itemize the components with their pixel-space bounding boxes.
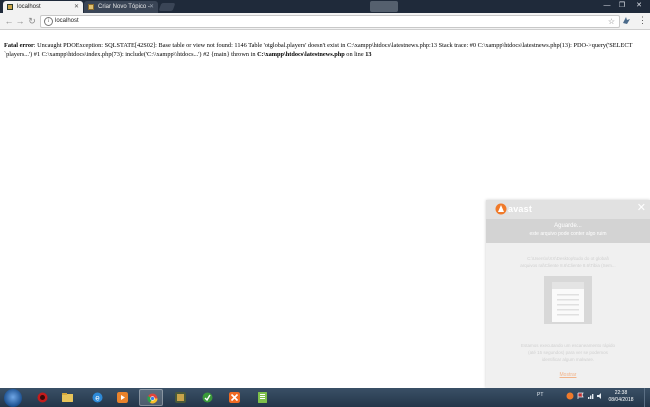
show-desktop-button[interactable] (644, 388, 650, 407)
url-text[interactable]: localhost (55, 16, 79, 27)
tab-criar-novo-topico[interactable]: Criar Novo Tópico - ✕ (84, 1, 158, 13)
browser-toolbar: ← → ↻ i localhost ☆ ⋮ (0, 13, 650, 30)
tab-close-icon[interactable]: ✕ (149, 1, 154, 13)
forum-favicon-icon (88, 4, 94, 10)
tab-localhost[interactable]: localhost ✕ (3, 1, 83, 13)
clock-time: 22:38 (614, 390, 628, 396)
back-arrow-icon[interactable]: ← (4, 16, 14, 26)
avast-tray-icon[interactable] (566, 392, 574, 400)
record-icon (37, 392, 48, 403)
address-bar[interactable]: i localhost ☆ (40, 15, 620, 28)
scan-text-line-2: (até 15 segundos) para ver se podemos (528, 350, 608, 355)
profile-avatar[interactable] (370, 1, 398, 12)
taskbar-app-green-tool[interactable] (195, 389, 219, 406)
media-player-icon (117, 392, 128, 403)
forward-arrow-icon[interactable]: → (15, 16, 25, 26)
network-icon[interactable] (587, 392, 595, 400)
internet-explorer-icon: e (92, 392, 103, 403)
tab-label: Criar Novo Tópico - (98, 4, 150, 10)
avast-notification-popup: avast ✕ Aguarde... este arquivo pode con… (486, 200, 650, 388)
clock-date: 08/04/2018 (608, 397, 634, 403)
action-center-flag-icon[interactable] (577, 392, 585, 400)
tibia-favicon-icon (7, 4, 13, 10)
start-button[interactable] (4, 389, 22, 407)
error-line-number: 13 (365, 51, 372, 58)
menu-kebab-icon[interactable]: ⋮ (638, 15, 647, 26)
svg-text:e: e (95, 394, 100, 403)
document-icon (544, 276, 592, 324)
bookmark-star-icon[interactable]: ☆ (608, 16, 615, 27)
taskbar-app-explorer[interactable] (55, 389, 79, 406)
scan-text-line-3: identificar algum malware. (541, 357, 595, 362)
error-label: Fatal error (4, 42, 34, 49)
taskbar-app-screen-recorder[interactable] (30, 389, 54, 406)
new-tab-button[interactable] (158, 3, 176, 11)
chrome-icon (147, 393, 158, 404)
avast-logo-icon (495, 203, 507, 215)
tab-close-icon[interactable]: ✕ (74, 1, 79, 13)
extension-icon[interactable] (622, 16, 631, 25)
language-indicator[interactable]: PT (537, 392, 543, 398)
taskbar-app-internet-explorer[interactable]: e (85, 389, 109, 406)
green-app-icon (202, 392, 213, 403)
avast-header: avast ✕ (486, 200, 650, 219)
php-error-message: Fatal error: Uncaught PDOException: SQLS… (4, 41, 644, 59)
notepad-icon (258, 392, 267, 403)
avast-brand: avast (508, 204, 533, 214)
xampp-icon (229, 392, 240, 403)
taskbar-app-notepad[interactable] (250, 389, 274, 406)
reload-icon[interactable]: ↻ (27, 16, 37, 26)
taskbar-app-xampp[interactable] (222, 389, 246, 406)
file-path-line-1: C:\Users\x\XX\Desktop\tudo do ot global\ (527, 256, 609, 261)
browser-tab-strip: localhost ✕ Criar Novo Tópico - ✕ — ❐ ✕ (0, 0, 650, 13)
info-icon[interactable]: i (44, 17, 53, 26)
system-clock[interactable]: 22:38 08/04/2018 (604, 390, 638, 404)
scan-text-line-1: Estamos executando um escaneamento rápid… (520, 343, 616, 348)
close-window-button[interactable]: ✕ (630, 0, 648, 12)
show-more-link[interactable]: Mostrar (486, 372, 650, 378)
status-subtitle: este arquivo pode conter algo ruim (529, 231, 607, 237)
windows-taskbar: e PT 22:38 08/04/2018 (0, 388, 650, 407)
popup-close-icon[interactable]: ✕ (637, 202, 646, 214)
maximize-button[interactable]: ❐ (614, 0, 630, 12)
volume-icon[interactable] (596, 392, 604, 400)
file-path-line-2: arquivos ral\Cliente 8.6\Cliente 8.6\Tib… (520, 263, 616, 268)
taskbar-app-chrome[interactable] (139, 389, 163, 406)
taskbar-app-media-player[interactable] (110, 389, 134, 406)
error-file: C:\xampp\htdocs\latestnews.php (257, 51, 345, 58)
tab-label: localhost (17, 4, 41, 10)
status-title: Aguarde... (554, 223, 582, 229)
tibia-icon (175, 392, 186, 403)
error-on-line: on line (344, 51, 366, 58)
taskbar-app-tibia[interactable] (168, 389, 192, 406)
folder-icon (62, 393, 73, 402)
minimize-button[interactable]: — (600, 0, 614, 12)
